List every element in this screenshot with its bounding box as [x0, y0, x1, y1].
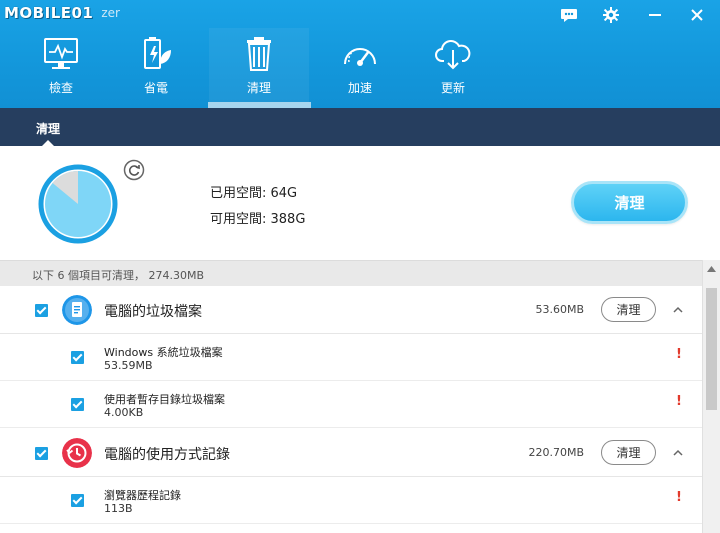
cleanable-info-bar: 以下 6 個項目可清理， 274.30MB	[0, 260, 720, 286]
nav-label: 檢查	[48, 81, 73, 95]
chat-icon[interactable]	[556, 4, 582, 26]
chevron-up-icon[interactable]	[671, 446, 685, 460]
group-checkbox[interactable]	[35, 447, 48, 460]
disk-usage-donut	[38, 164, 118, 244]
item-size: 53.59MB	[104, 359, 153, 372]
nav-label: 省電	[143, 81, 168, 95]
sub-tab-bar: 清理	[0, 108, 720, 146]
disk-summary: 已用空間: 64G 可用空間: 388G 清理	[0, 146, 720, 260]
brand: MOBILE01 zer	[4, 2, 120, 24]
list-item[interactable]: 使用者暫存目錄垃圾檔案 4.00KB !	[0, 381, 702, 428]
minimize-icon[interactable]	[642, 4, 668, 26]
clean-items-list: 電腦的垃圾檔案 53.60MB 清理 Windows 系統垃圾檔案 53.59M…	[0, 286, 702, 533]
cloud-download-icon	[435, 40, 471, 70]
header-bar: MOBILE01 zer 檢查 省電 清理 加速 更新	[0, 0, 720, 108]
monitor-pulse-icon	[44, 38, 78, 69]
nav-label: 加速	[347, 81, 372, 95]
scrollbar-thumb[interactable]	[706, 288, 717, 410]
item-size: 4.00KB	[104, 406, 144, 419]
document-icon	[62, 295, 92, 325]
nav-item-clean[interactable]: 清理	[209, 28, 309, 108]
item-name: 瀏覽器歷程記錄	[104, 489, 181, 502]
used-space-text: 已用空間: 64G	[210, 186, 298, 201]
item-checkbox[interactable]	[71, 398, 84, 411]
scroll-up-arrow-icon[interactable]	[703, 260, 720, 278]
group-row-junk-files[interactable]: 電腦的垃圾檔案 53.60MB 清理	[0, 286, 702, 334]
clean-all-button[interactable]: 清理	[571, 181, 688, 224]
nav-item-power-save[interactable]: 省電	[106, 28, 206, 108]
list-scrollbar[interactable]	[702, 260, 720, 533]
item-checkbox[interactable]	[71, 351, 84, 364]
brand-logo: MOBILE01	[4, 4, 94, 22]
item-name: 使用者暫存目錄垃圾檔案	[104, 393, 225, 406]
group-row-usage-history[interactable]: 電腦的使用方式記錄 220.70MB 清理	[0, 429, 702, 477]
group-size: 220.70MB	[528, 446, 584, 459]
item-name: Windows 系統垃圾檔案	[104, 346, 223, 359]
warning-icon[interactable]: !	[676, 347, 682, 362]
cleanable-summary-text: 以下 6 個項目可清理， 274.30MB	[32, 269, 205, 282]
warning-icon[interactable]: !	[676, 394, 682, 409]
history-clock-icon	[62, 438, 92, 468]
nav-item-speedup[interactable]: 加速	[310, 28, 410, 108]
battery-leaf-icon	[144, 37, 171, 69]
group-title: 電腦的垃圾檔案	[104, 304, 202, 320]
item-size: 113B	[104, 502, 133, 515]
trash-icon	[247, 37, 271, 71]
nav-item-update[interactable]: 更新	[403, 28, 503, 108]
group-checkbox[interactable]	[35, 304, 48, 317]
group-clean-button[interactable]: 清理	[601, 440, 656, 465]
list-item[interactable]: Windows 系統垃圾檔案 53.59MB !	[0, 334, 702, 381]
app-title-suffix: zer	[101, 6, 120, 20]
sub-tab-clean[interactable]: 清理	[36, 120, 60, 137]
speedometer-icon	[344, 48, 376, 66]
warning-icon[interactable]: !	[676, 490, 682, 505]
close-icon[interactable]	[684, 4, 710, 26]
group-size: 53.60MB	[535, 303, 584, 316]
group-title: 電腦的使用方式記錄	[104, 447, 230, 463]
group-clean-button[interactable]: 清理	[601, 297, 656, 322]
gear-icon[interactable]	[598, 4, 624, 26]
item-checkbox[interactable]	[71, 494, 84, 507]
refresh-icon[interactable]	[123, 159, 145, 181]
chevron-up-icon[interactable]	[671, 303, 685, 317]
nav-item-check[interactable]: 檢查	[11, 28, 111, 108]
nav-label: 更新	[440, 81, 465, 95]
nav-label: 清理	[246, 81, 271, 95]
main-nav: 檢查 省電 清理 加速 更新	[0, 28, 560, 108]
list-item[interactable]: 瀏覽器歷程記錄 113B !	[0, 477, 702, 524]
free-space-text: 可用空間: 388G	[210, 212, 306, 227]
